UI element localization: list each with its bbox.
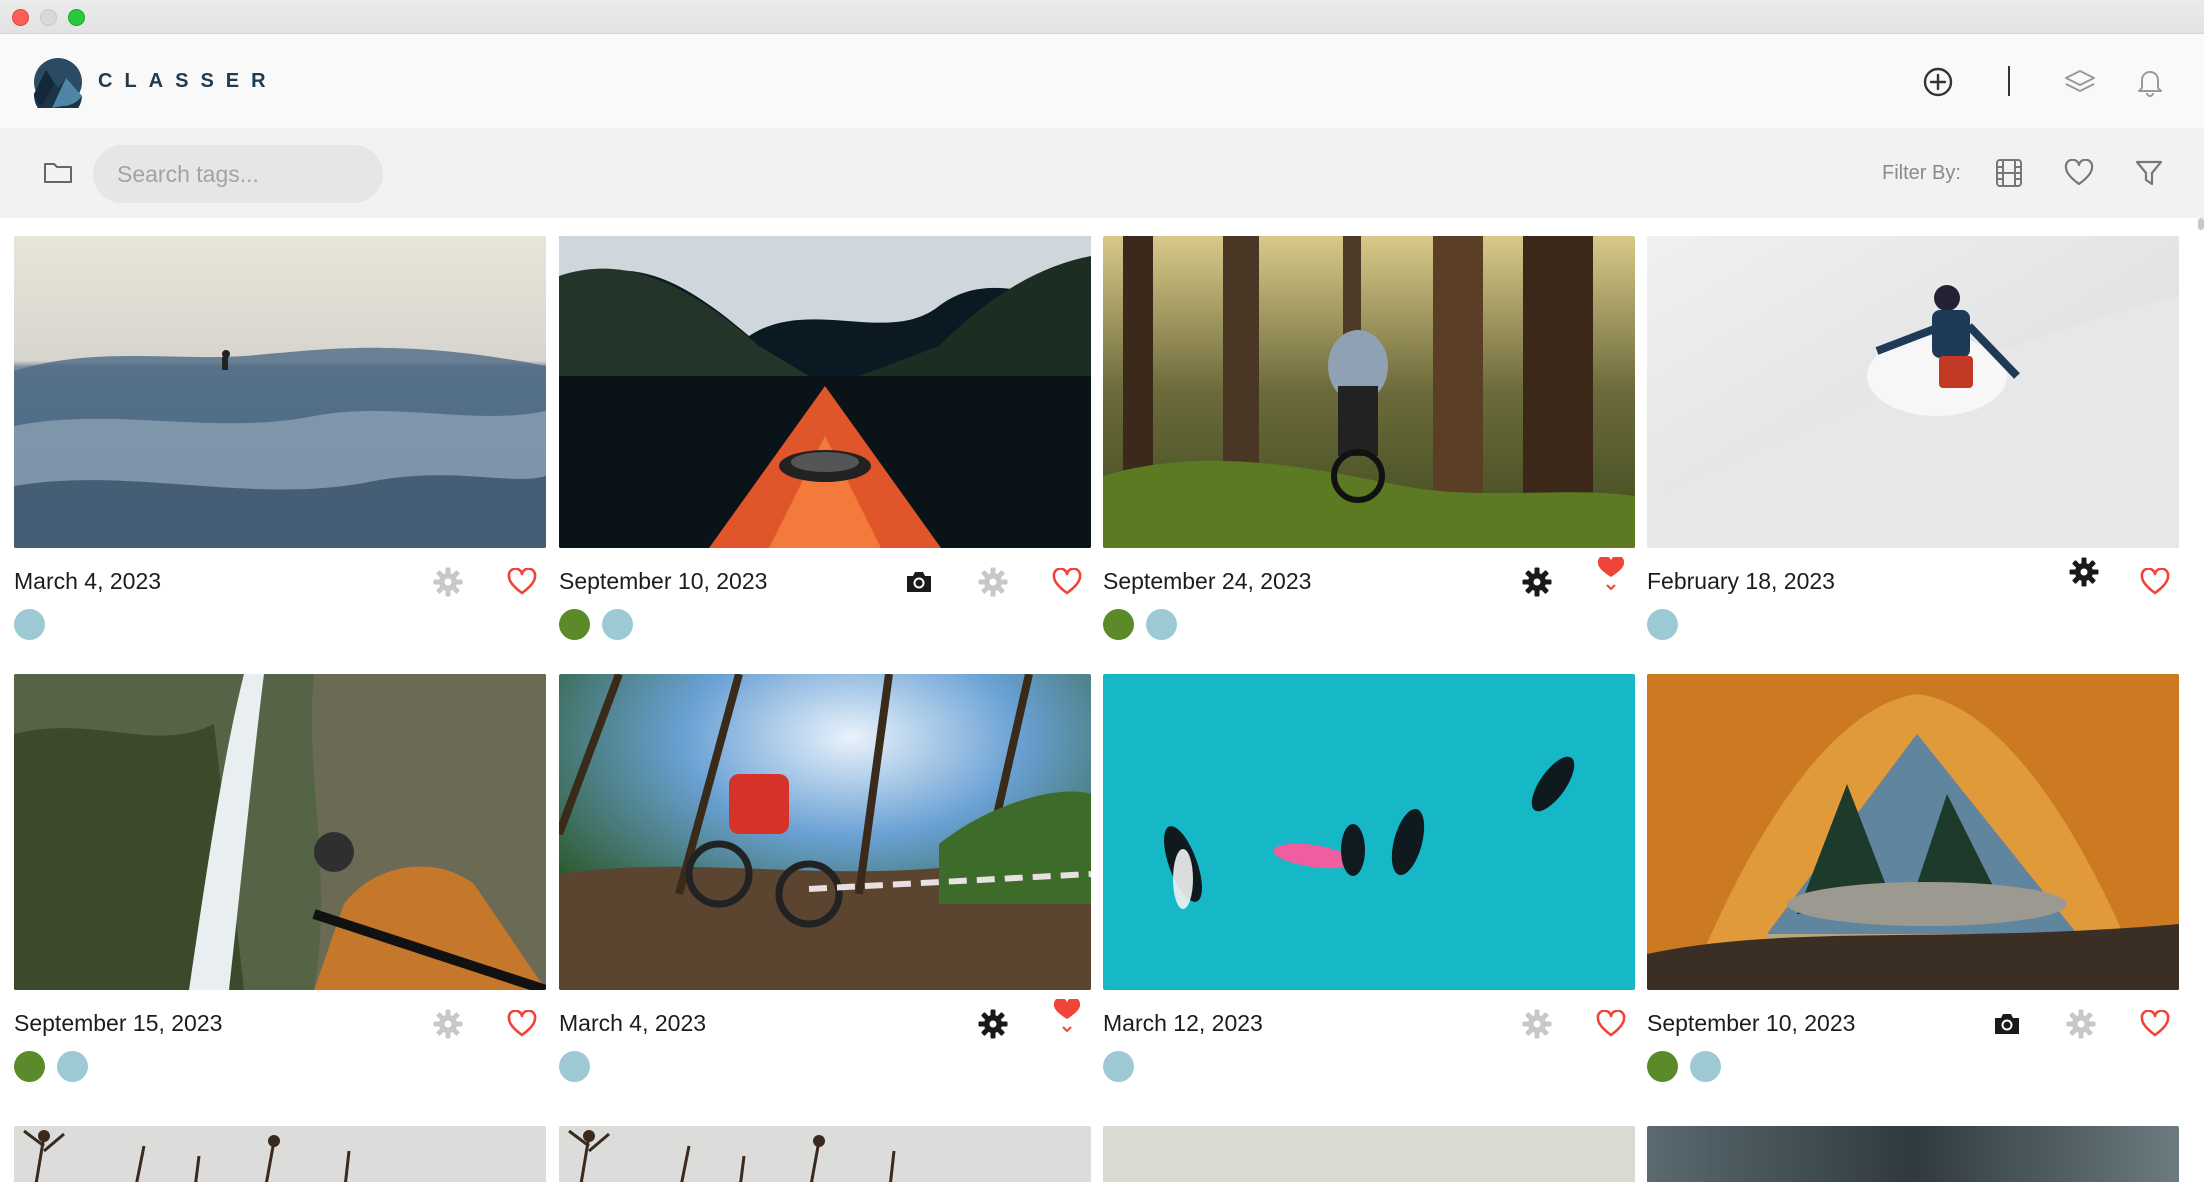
tag-dot-blue[interactable] xyxy=(57,1051,88,1082)
photo-grid: March 4, 2023 September 10, 2023 Septemb… xyxy=(0,218,2204,1182)
heart-icon[interactable] xyxy=(2137,564,2173,600)
gear-icon[interactable] xyxy=(430,564,466,600)
heart-icon[interactable] xyxy=(504,564,540,600)
heart-filled-icon[interactable] xyxy=(1049,998,1085,1034)
photo-date: September 10, 2023 xyxy=(559,568,768,594)
tag-dot-green[interactable] xyxy=(14,1051,45,1082)
tag-dot-blue[interactable] xyxy=(1103,1051,1134,1082)
gear-icon[interactable] xyxy=(1519,1006,1555,1042)
photo-thumbnail[interactable] xyxy=(1103,1126,1635,1182)
photo-thumbnail[interactable] xyxy=(14,674,546,990)
tag-dot-blue[interactable] xyxy=(602,609,633,640)
photo-date: September 10, 2023 xyxy=(1647,1010,1856,1036)
photo-thumbnail[interactable] xyxy=(559,674,1091,990)
title-bar xyxy=(0,0,2204,34)
tag-list xyxy=(1647,609,1678,640)
brand-name: CLASSER xyxy=(98,70,278,92)
toolbar: Filter By: xyxy=(0,128,2204,218)
photo-thumbnail[interactable] xyxy=(1103,236,1635,548)
maximize-window-button[interactable] xyxy=(68,9,85,26)
tag-list xyxy=(1103,1051,1134,1082)
tag-dot-green[interactable] xyxy=(1103,609,1134,640)
photo-thumbnail[interactable] xyxy=(1103,674,1635,990)
folder-icon[interactable] xyxy=(38,152,78,192)
app-window: CLASSER Filter By: March 4, xyxy=(0,0,2204,1182)
camera-icon[interactable] xyxy=(901,564,937,600)
classer-logo-icon xyxy=(33,58,82,108)
search-tags-input[interactable] xyxy=(93,145,383,203)
photo-thumbnail[interactable] xyxy=(559,1126,1091,1182)
photo-date: March 4, 2023 xyxy=(14,568,162,594)
gear-active-icon[interactable] xyxy=(975,1006,1011,1042)
photo-thumbnail[interactable] xyxy=(1647,1126,2179,1182)
gear-active-icon[interactable] xyxy=(1519,564,1555,600)
minimize-window-button[interactable] xyxy=(40,9,57,26)
photo-date: March 4, 2023 xyxy=(559,1010,707,1036)
app-header: CLASSER xyxy=(0,34,2204,128)
filter-by-label: Filter By: xyxy=(1882,162,1961,184)
funnel-filter-icon[interactable] xyxy=(2128,152,2170,194)
close-window-button[interactable] xyxy=(12,9,29,26)
bell-icon[interactable] xyxy=(2130,62,2170,102)
tag-dot-green[interactable] xyxy=(559,609,590,640)
heart-icon[interactable] xyxy=(1593,1006,1629,1042)
photo-thumbnail[interactable] xyxy=(1647,674,2179,990)
heart-icon[interactable] xyxy=(504,1006,540,1042)
gear-icon[interactable] xyxy=(2063,1006,2099,1042)
tag-list xyxy=(559,1051,590,1082)
film-filter-icon[interactable] xyxy=(1988,152,2030,194)
tag-dot-blue[interactable] xyxy=(1146,609,1177,640)
scrollbar[interactable] xyxy=(2198,218,2204,230)
photo-thumbnail[interactable] xyxy=(14,1126,546,1182)
gear-icon[interactable] xyxy=(975,564,1011,600)
gear-icon[interactable] xyxy=(430,1006,466,1042)
photo-date: March 12, 2023 xyxy=(1103,1010,1263,1036)
tag-dot-blue[interactable] xyxy=(1690,1051,1721,1082)
photo-date: February 18, 2023 xyxy=(1647,568,1835,594)
tag-list xyxy=(1103,609,1177,640)
tag-dot-blue[interactable] xyxy=(1647,609,1678,640)
tag-dot-blue[interactable] xyxy=(559,1051,590,1082)
heart-filter-icon[interactable] xyxy=(2058,152,2100,194)
photo-date: September 24, 2023 xyxy=(1103,568,1312,594)
heart-icon[interactable] xyxy=(2137,1006,2173,1042)
photo-thumbnail[interactable] xyxy=(1647,236,2179,548)
gear-active-icon[interactable] xyxy=(2066,554,2102,590)
layers-icon[interactable] xyxy=(2060,62,2100,102)
heart-icon[interactable] xyxy=(1049,564,1085,600)
tag-dot-green[interactable] xyxy=(1647,1051,1678,1082)
photo-thumbnail[interactable] xyxy=(559,236,1091,548)
camera-icon[interactable] xyxy=(1989,1006,2025,1042)
tag-list xyxy=(1647,1051,1721,1082)
tag-list xyxy=(14,1051,88,1082)
header-divider xyxy=(2008,66,2010,96)
photo-date: September 15, 2023 xyxy=(14,1010,223,1036)
add-circle-icon[interactable] xyxy=(1918,62,1958,102)
photo-thumbnail[interactable] xyxy=(14,236,546,548)
tag-list xyxy=(14,609,45,640)
heart-filled-icon[interactable] xyxy=(1593,556,1629,592)
tag-dot-blue[interactable] xyxy=(14,609,45,640)
tag-list xyxy=(559,609,633,640)
